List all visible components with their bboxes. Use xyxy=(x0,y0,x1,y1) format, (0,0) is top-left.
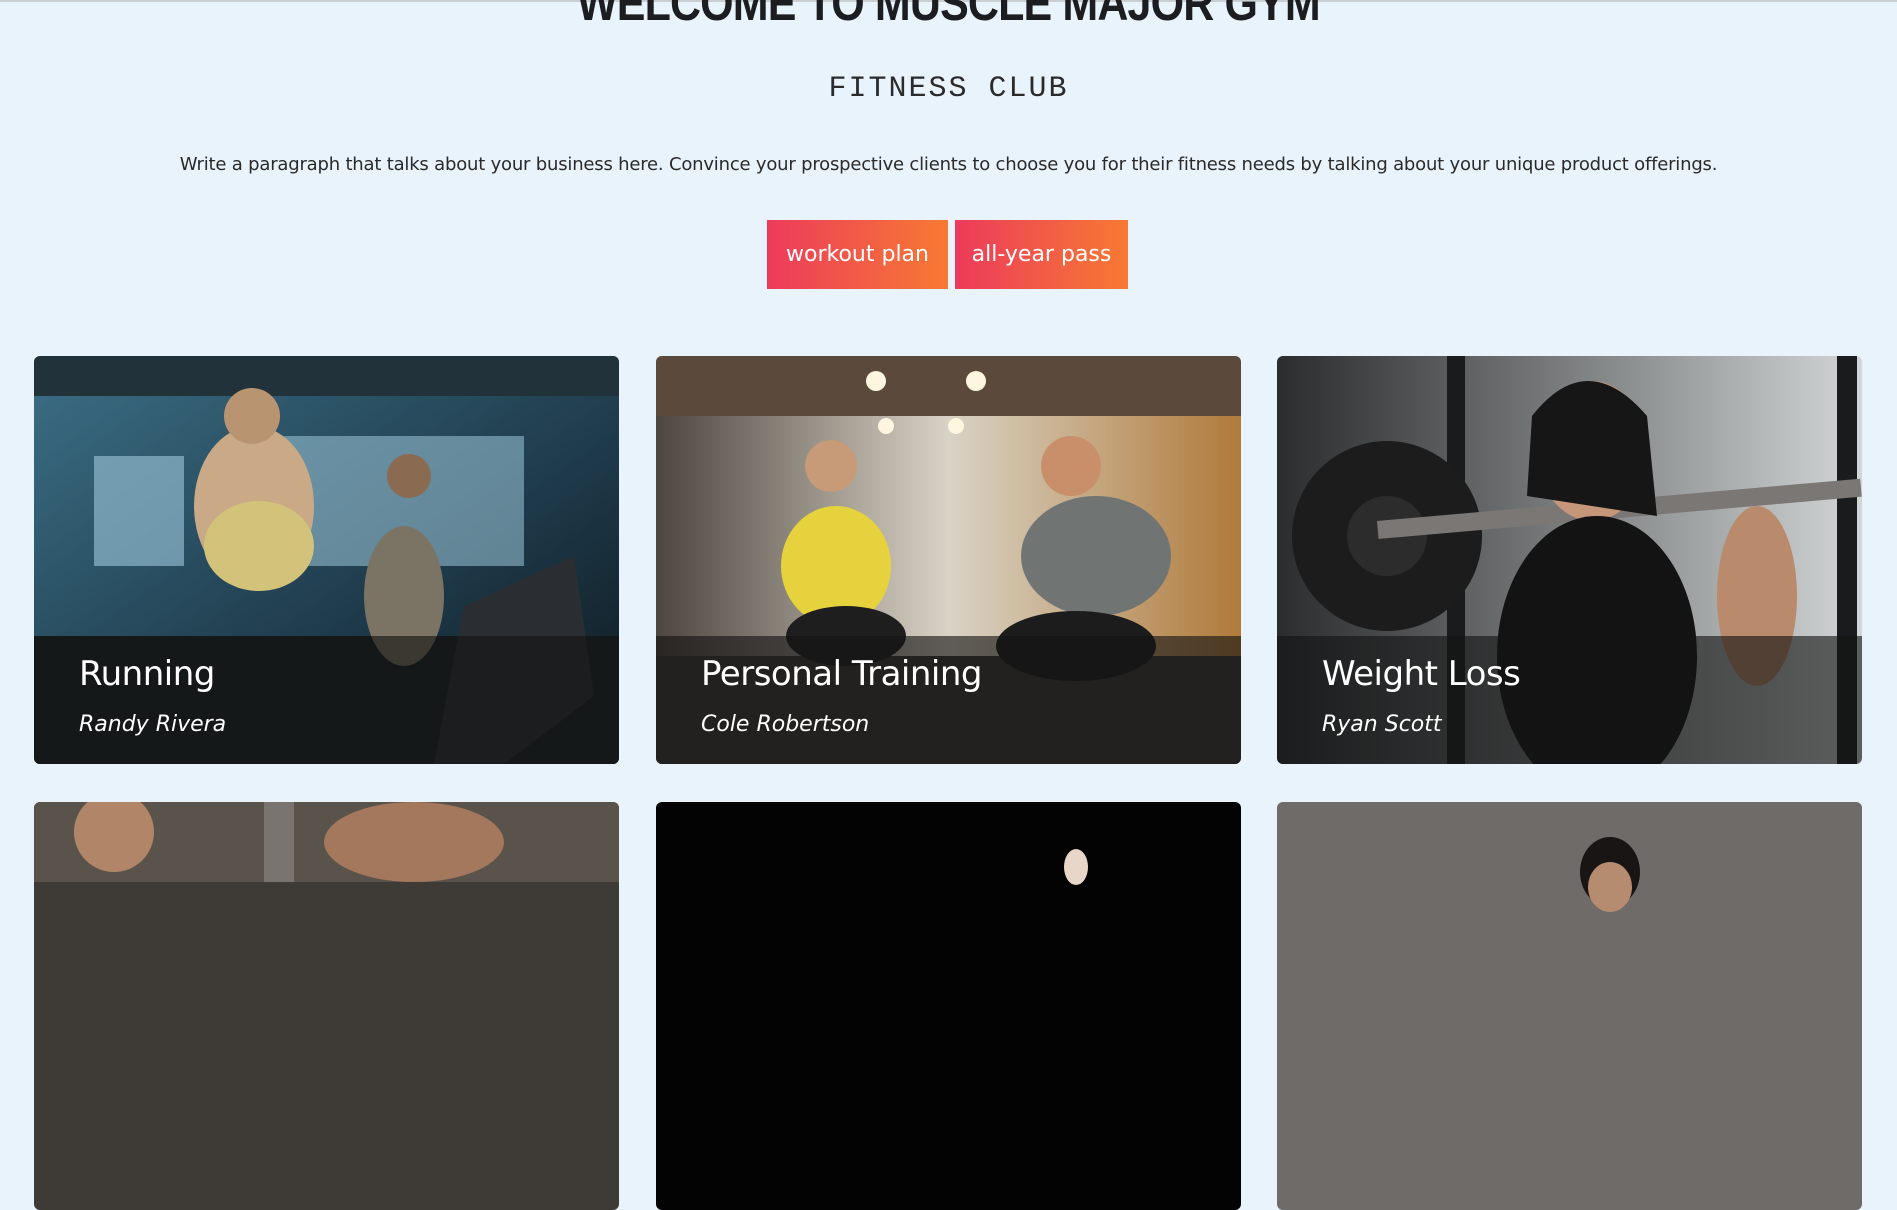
card-weight-loss[interactable]: Weight Loss Ryan Scott xyxy=(1277,356,1862,764)
card-trainer: Randy Rivera xyxy=(79,712,227,737)
card-trainer: Cole Robertson xyxy=(701,712,870,737)
card-personal-training[interactable]: Personal Training Cole Robertson xyxy=(656,356,1241,764)
all-year-pass-button[interactable]: all-year pass xyxy=(955,220,1128,289)
workout-plan-button[interactable]: workout plan xyxy=(767,220,948,289)
intro-paragraph: Write a paragraph that talks about your … xyxy=(179,154,1718,175)
page-subtitle: FITNESS CLUB xyxy=(828,72,1069,106)
card-row2-3[interactable] xyxy=(1277,802,1862,1210)
card-title: Weight Loss xyxy=(1322,654,1521,694)
card-title: Personal Training xyxy=(701,654,983,694)
card-row2-1[interactable] xyxy=(34,802,619,1210)
fitness-photo xyxy=(34,802,619,1210)
fitness-photo xyxy=(1277,802,1862,1210)
fitness-photo xyxy=(656,802,1241,1210)
card-row2-2[interactable] xyxy=(656,802,1241,1210)
card-title: Running xyxy=(79,654,215,694)
card-trainer: Ryan Scott xyxy=(1322,712,1442,737)
card-running[interactable]: Running Randy Rivera xyxy=(34,356,619,764)
page-title: WELCOME TO MUSCLE MAJOR GYM xyxy=(577,0,1321,31)
